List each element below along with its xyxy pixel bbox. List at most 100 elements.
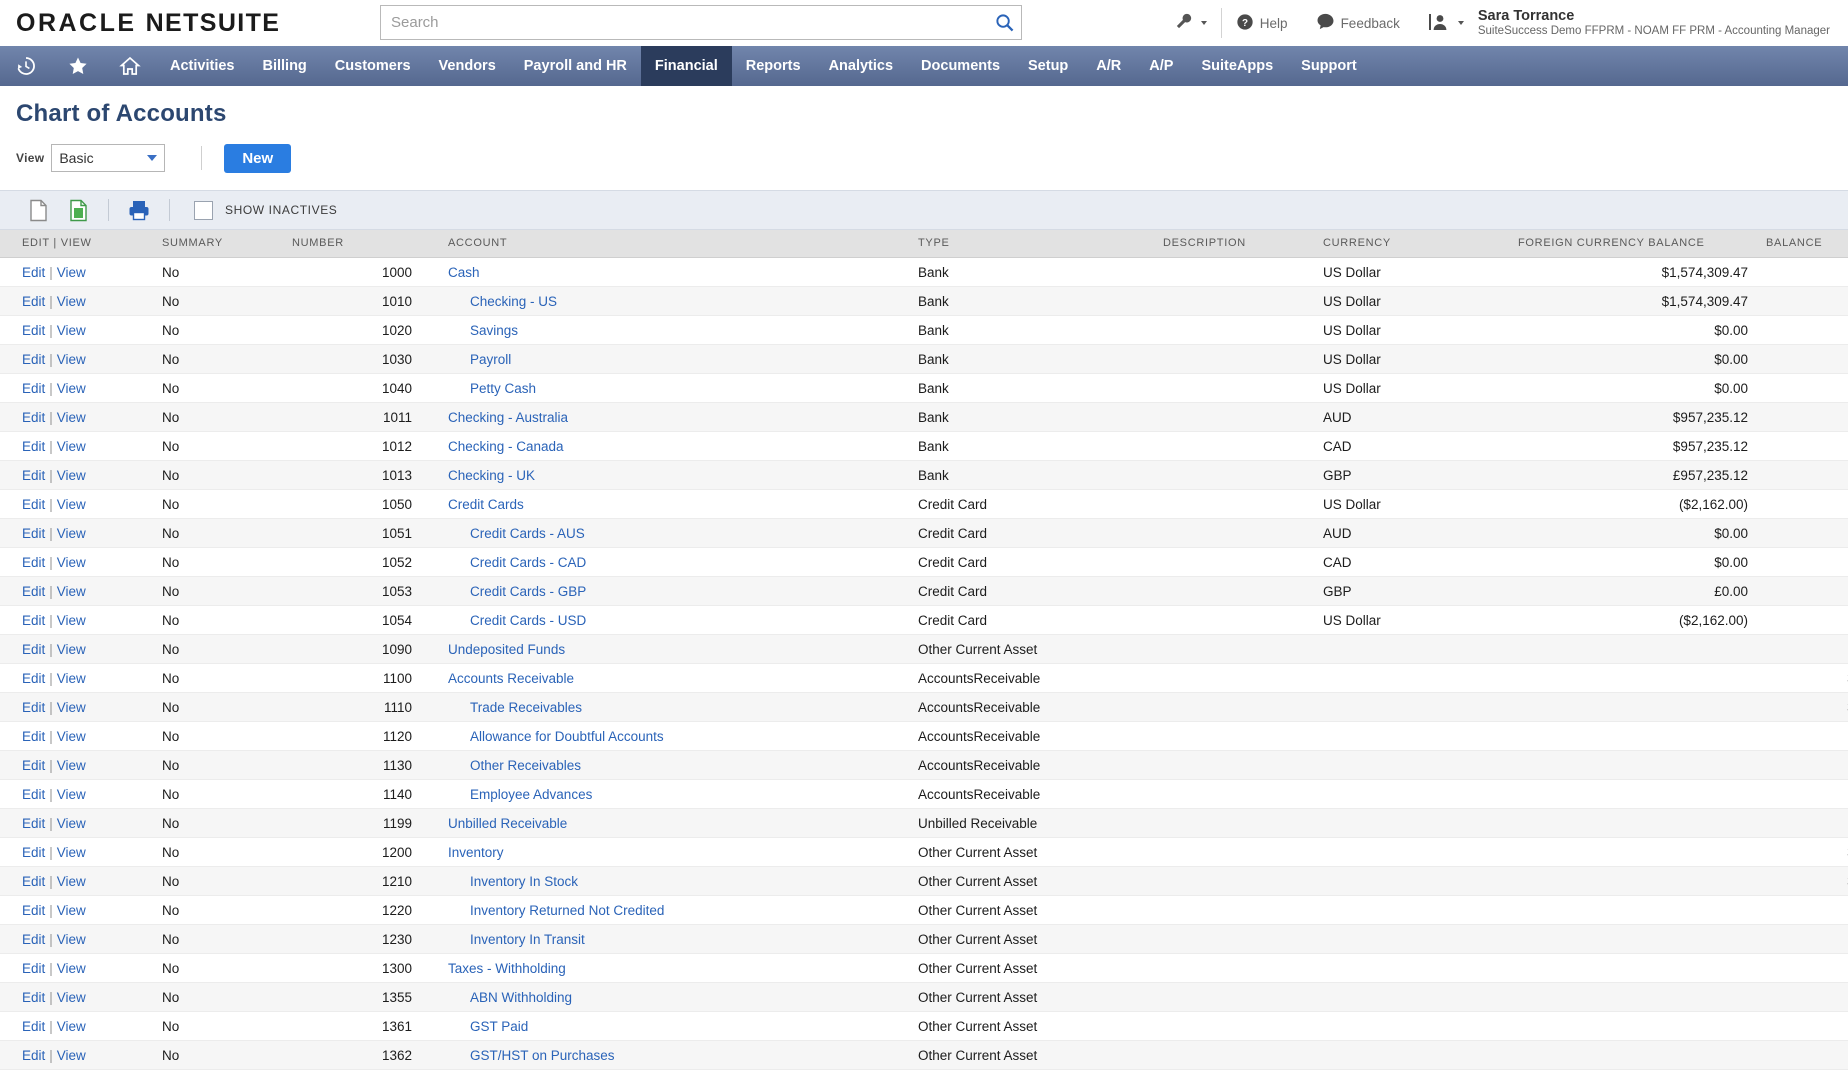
account-link[interactable]: Checking - US — [448, 294, 557, 309]
view-link[interactable]: View — [57, 439, 86, 454]
account-link[interactable]: Inventory Returned Not Credited — [448, 903, 664, 918]
export-spreadsheet-icon[interactable] — [58, 195, 98, 225]
edit-link[interactable]: Edit — [22, 642, 45, 657]
view-link[interactable]: View — [57, 932, 86, 947]
edit-link[interactable]: Edit — [22, 352, 45, 367]
view-link[interactable]: View — [57, 758, 86, 773]
account-link[interactable]: Petty Cash — [448, 381, 536, 396]
table-row[interactable]: Edit|ViewNo1013Checking - UKBankGBP£957,… — [0, 461, 1848, 490]
table-row[interactable]: Edit|ViewNo1051Credit Cards - AUSCredit … — [0, 519, 1848, 548]
table-row[interactable]: Edit|ViewNo1050Credit CardsCredit CardUS… — [0, 490, 1848, 519]
printer-icon[interactable] — [119, 195, 159, 225]
column-header-balance[interactable]: BALANCE — [1766, 230, 1848, 258]
edit-link[interactable]: Edit — [22, 584, 45, 599]
account-link[interactable]: GST Paid — [448, 1019, 528, 1034]
help-button[interactable]: ? Help — [1222, 8, 1302, 38]
table-row[interactable]: Edit|ViewNo1130Other ReceivablesAccounts… — [0, 751, 1848, 780]
view-link[interactable]: View — [57, 845, 86, 860]
account-link[interactable]: Taxes - Withholding — [448, 961, 566, 976]
shortcuts-star-icon[interactable] — [52, 46, 104, 86]
table-row[interactable]: Edit|ViewNo1361GST PaidOther Current Ass… — [0, 1012, 1848, 1041]
column-header-description[interactable]: DESCRIPTION — [1163, 230, 1323, 258]
account-link[interactable]: Inventory — [448, 845, 504, 860]
view-link[interactable]: View — [57, 1048, 86, 1063]
view-link[interactable]: View — [57, 294, 86, 309]
table-row[interactable]: Edit|ViewNo1052Credit Cards - CADCredit … — [0, 548, 1848, 577]
view-link[interactable]: View — [57, 1019, 86, 1034]
edit-link[interactable]: Edit — [22, 1048, 45, 1063]
account-link[interactable]: ABN Withholding — [448, 990, 572, 1005]
view-link[interactable]: View — [57, 700, 86, 715]
recent-records-icon[interactable] — [0, 46, 52, 86]
new-button[interactable]: New — [224, 144, 291, 173]
column-header-summary[interactable]: SUMMARY — [162, 230, 292, 258]
column-header-foreign-currency-balance[interactable]: FOREIGN CURRENCY BALANCE — [1518, 230, 1766, 258]
account-link[interactable]: Inventory In Transit — [448, 932, 585, 947]
table-row[interactable]: Edit|ViewNo1090Undeposited FundsOther Cu… — [0, 635, 1848, 664]
view-link[interactable]: View — [57, 352, 86, 367]
column-header-type[interactable]: TYPE — [918, 230, 1163, 258]
edit-link[interactable]: Edit — [22, 700, 45, 715]
edit-link[interactable]: Edit — [22, 816, 45, 831]
edit-link[interactable]: Edit — [22, 294, 45, 309]
view-link[interactable]: View — [57, 816, 86, 831]
edit-link[interactable]: Edit — [22, 410, 45, 425]
edit-link[interactable]: Edit — [22, 323, 45, 338]
table-row[interactable]: Edit|ViewNo1220Inventory Returned Not Cr… — [0, 896, 1848, 925]
quick-tools-button[interactable] — [1160, 8, 1221, 38]
account-link[interactable]: Payroll — [448, 352, 511, 367]
view-link[interactable]: View — [57, 961, 86, 976]
view-link[interactable]: View — [57, 903, 86, 918]
account-link[interactable]: Unbilled Receivable — [448, 816, 567, 831]
view-link[interactable]: View — [57, 381, 86, 396]
column-header-currency[interactable]: CURRENCY — [1323, 230, 1518, 258]
view-link[interactable]: View — [57, 874, 86, 889]
edit-link[interactable]: Edit — [22, 265, 45, 280]
edit-link[interactable]: Edit — [22, 613, 45, 628]
account-link[interactable]: Credit Cards - AUS — [448, 526, 585, 541]
table-row[interactable]: Edit|ViewNo1230Inventory In TransitOther… — [0, 925, 1848, 954]
nav-item-reports[interactable]: Reports — [732, 46, 815, 86]
nav-item-activities[interactable]: Activities — [156, 46, 248, 86]
user-menu-button[interactable] — [1414, 8, 1478, 38]
account-link[interactable]: Checking - UK — [448, 468, 535, 483]
view-link[interactable]: View — [57, 671, 86, 686]
view-link[interactable]: View — [57, 497, 86, 512]
account-link[interactable]: Checking - Canada — [448, 439, 564, 454]
table-row[interactable]: Edit|ViewNo1210Inventory In StockOther C… — [0, 867, 1848, 896]
search-icon[interactable] — [987, 13, 1021, 32]
nav-item-a-p[interactable]: A/P — [1135, 46, 1187, 86]
table-row[interactable]: Edit|ViewNo1030PayrollBankUS Dollar$0.00… — [0, 345, 1848, 374]
nav-item-support[interactable]: Support — [1287, 46, 1371, 86]
nav-item-payroll-and-hr[interactable]: Payroll and HR — [510, 46, 641, 86]
global-search[interactable] — [380, 5, 1022, 40]
account-link[interactable]: Checking - Australia — [448, 410, 568, 425]
new-document-icon[interactable] — [18, 195, 58, 225]
show-inactives-checkbox[interactable] — [194, 201, 213, 220]
table-row[interactable]: Edit|ViewNo1040Petty CashBankUS Dollar$0… — [0, 374, 1848, 403]
edit-link[interactable]: Edit — [22, 874, 45, 889]
edit-link[interactable]: Edit — [22, 787, 45, 802]
nav-item-billing[interactable]: Billing — [248, 46, 320, 86]
table-row[interactable]: Edit|ViewNo1011Checking - AustraliaBankA… — [0, 403, 1848, 432]
view-link[interactable]: View — [57, 555, 86, 570]
table-row[interactable]: Edit|ViewNo1355ABN WithholdingOther Curr… — [0, 983, 1848, 1012]
feedback-button[interactable]: Feedback — [1302, 8, 1414, 38]
table-row[interactable]: Edit|ViewNo1053Credit Cards - GBPCredit … — [0, 577, 1848, 606]
column-header-edit-view[interactable]: EDIT | VIEW — [0, 230, 162, 258]
edit-link[interactable]: Edit — [22, 468, 45, 483]
view-link[interactable]: View — [57, 526, 86, 541]
account-link[interactable]: Allowance for Doubtful Accounts — [448, 729, 664, 744]
nav-item-analytics[interactable]: Analytics — [815, 46, 907, 86]
account-link[interactable]: Cash — [448, 265, 480, 280]
view-link[interactable]: View — [57, 613, 86, 628]
edit-link[interactable]: Edit — [22, 932, 45, 947]
table-row[interactable]: Edit|ViewNo1020SavingsBankUS Dollar$0.00… — [0, 316, 1848, 345]
edit-link[interactable]: Edit — [22, 758, 45, 773]
account-link[interactable]: Credit Cards — [448, 497, 524, 512]
nav-item-documents[interactable]: Documents — [907, 46, 1014, 86]
edit-link[interactable]: Edit — [22, 555, 45, 570]
search-input[interactable] — [381, 6, 987, 39]
column-header-account[interactable]: ACCOUNT — [434, 230, 918, 258]
view-link[interactable]: View — [57, 584, 86, 599]
